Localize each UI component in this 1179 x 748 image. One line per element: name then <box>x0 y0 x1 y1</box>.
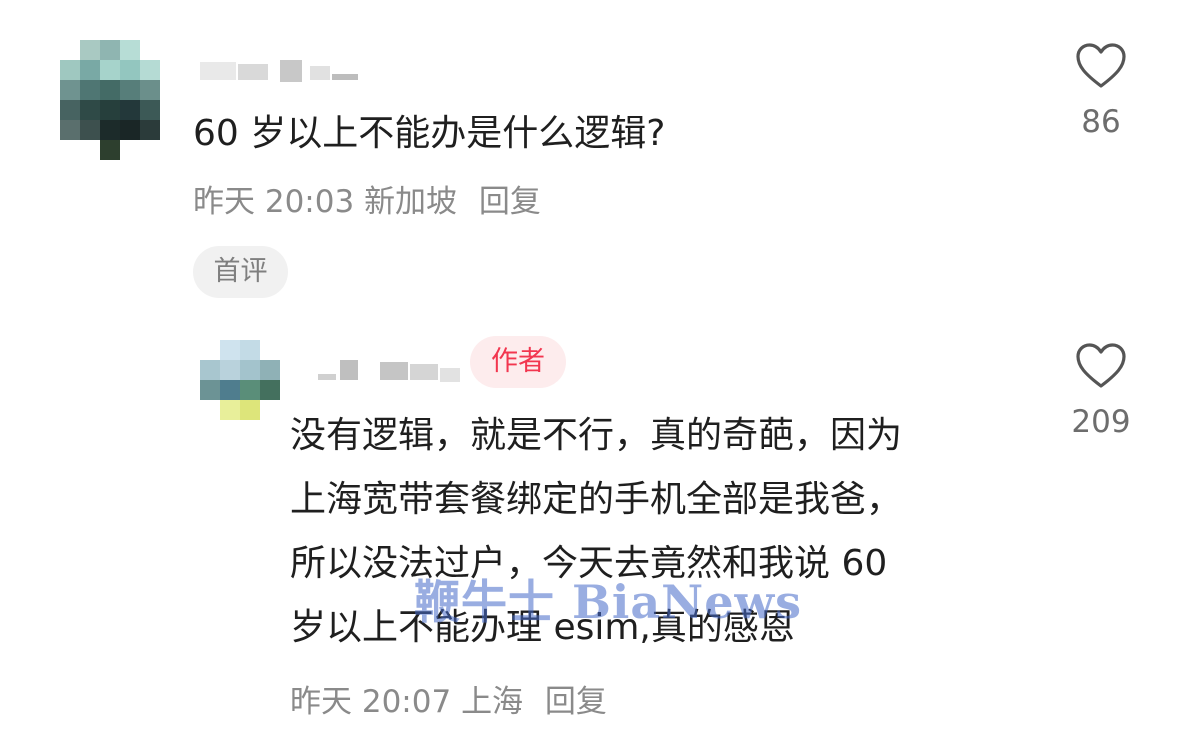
avatar-pixel <box>100 60 120 80</box>
avatar-pixel <box>220 400 240 420</box>
watermark: 鞭牛士 BiaNews <box>414 575 802 629</box>
avatar-pixel <box>240 340 260 360</box>
avatar-pixel <box>80 100 100 120</box>
avatar-pixel <box>100 140 120 160</box>
avatar-pixel <box>60 60 80 80</box>
avatar-pixel <box>80 120 100 140</box>
avatar-pixel <box>60 120 80 140</box>
avatar-pixel <box>260 400 280 420</box>
avatar-pixel <box>60 80 80 100</box>
avatar-pixel <box>120 120 140 140</box>
avatar-pixel <box>240 360 260 380</box>
avatar-pixel <box>260 380 280 400</box>
avatar-pixel <box>120 80 140 100</box>
avatar-pixel <box>140 100 160 120</box>
heart-icon <box>1076 343 1126 388</box>
avatar-pixel <box>260 340 280 360</box>
author-badge: 作者 <box>470 336 566 388</box>
author-avatar[interactable] <box>200 340 280 420</box>
avatar-pixel <box>260 360 280 380</box>
heart-icon <box>1076 43 1126 88</box>
avatar-pixel <box>60 100 80 120</box>
avatar-pixel <box>120 60 140 80</box>
avatar-pixel <box>140 40 160 60</box>
avatar-pixel <box>80 40 100 60</box>
avatar-pixel <box>220 380 240 400</box>
comment-text: 60 岁以上不能办是什么逻辑? <box>193 113 666 154</box>
avatar-pixel <box>100 80 120 100</box>
avatar-pixel <box>100 100 120 120</box>
avatar-pixel <box>200 360 220 380</box>
reply-location: 上海 <box>461 684 524 720</box>
avatar-pixel <box>140 140 160 160</box>
comment-like-count: 86 <box>1081 104 1121 140</box>
comment-reply-button[interactable]: 回复 <box>479 184 541 220</box>
avatar-pixel <box>80 140 100 160</box>
reply-like-button[interactable]: 209 <box>1041 342 1161 440</box>
avatar-pixel <box>60 40 80 60</box>
comment-meta: 昨天 20:03 新加坡 回复 <box>193 176 541 221</box>
avatar-pixel <box>80 60 100 80</box>
avatar-pixel <box>220 360 240 380</box>
reply-like-count: 209 <box>1071 404 1131 440</box>
avatar-pixel <box>80 80 100 100</box>
avatar-pixel <box>240 400 260 420</box>
comment-location: 新加坡 <box>364 184 458 220</box>
avatar-pixel <box>200 340 220 360</box>
commenter-name-blurred[interactable] <box>200 60 360 84</box>
reply-line: 没有逻辑，就是不行，真的奇葩，因为 <box>290 415 903 456</box>
first-comment-badge: 首评 <box>193 246 288 298</box>
reply-line: 上海宽带套餐绑定的手机全部是我爸， <box>290 479 903 520</box>
avatar-pixel <box>220 340 240 360</box>
avatar-pixel <box>140 60 160 80</box>
comment-time: 昨天 20:03 <box>193 184 355 220</box>
commenter-avatar[interactable] <box>60 40 160 160</box>
avatar-pixel <box>100 120 120 140</box>
avatar-pixel <box>120 40 140 60</box>
reply-reply-button[interactable]: 回复 <box>545 684 607 720</box>
comment-like-button[interactable]: 86 <box>1041 42 1161 140</box>
avatar-pixel <box>60 140 80 160</box>
avatar-pixel <box>120 100 140 120</box>
avatar-pixel <box>140 120 160 140</box>
avatar-pixel <box>200 400 220 420</box>
avatar-pixel <box>120 140 140 160</box>
author-name-blurred[interactable] <box>318 358 463 386</box>
reply-meta: 昨天 20:07 上海 回复 <box>290 676 607 721</box>
reply-time: 昨天 20:07 <box>290 684 452 720</box>
avatar-pixel <box>200 380 220 400</box>
avatar-pixel <box>140 80 160 100</box>
avatar-pixel <box>240 380 260 400</box>
avatar-pixel <box>100 40 120 60</box>
